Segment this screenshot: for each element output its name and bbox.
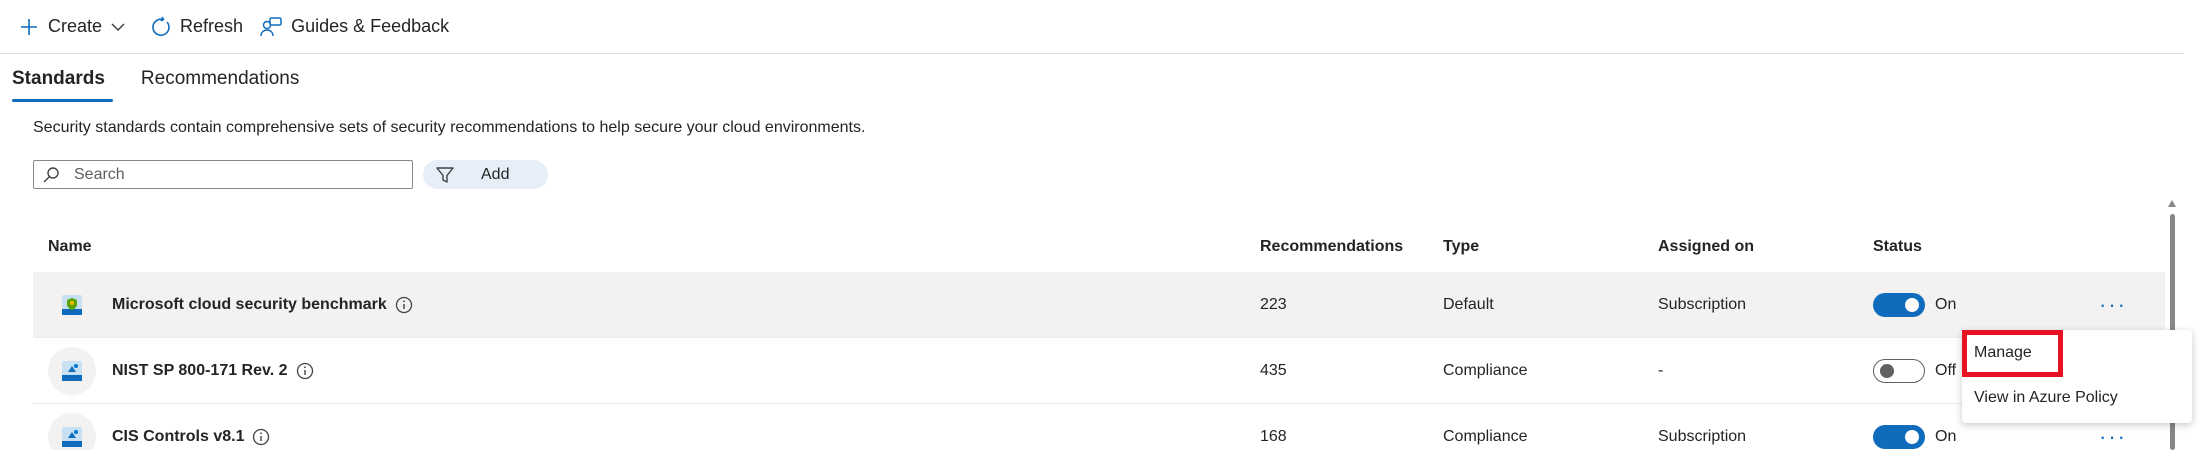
standard-type: Default [1443, 295, 1494, 313]
standard-name[interactable]: CIS Controls v8.1 [112, 428, 244, 446]
chevron-down-icon[interactable] [110, 19, 126, 35]
table-row[interactable]: NIST SP 800-171 Rev. 2 435 Compliance - … [33, 338, 2165, 404]
column-header-assigned-on[interactable]: Assigned on [1658, 238, 1873, 256]
create-button[interactable]: Create [18, 7, 134, 47]
standard-type: Compliance [1443, 361, 1528, 379]
info-icon[interactable] [395, 296, 413, 314]
assigned-on: - [1658, 361, 1664, 379]
standard-type: Compliance [1443, 427, 1528, 445]
plus-icon [21, 18, 37, 35]
assigned-on: Subscription [1658, 295, 1747, 313]
column-header-name[interactable]: Name [33, 238, 1260, 256]
filter-icon [436, 166, 454, 183]
standard-name[interactable]: NIST SP 800-171 Rev. 2 [112, 362, 288, 380]
standard-icon [48, 346, 96, 395]
assigned-on: Subscription [1658, 427, 1747, 445]
standard-icon [48, 281, 96, 329]
status-label: On [1935, 427, 1957, 445]
search-input[interactable] [74, 165, 394, 184]
status-label: On [1935, 295, 1957, 313]
tab-standards[interactable]: Standards [0, 56, 117, 102]
context-menu: Manage View in Azure Policy [1962, 330, 2192, 423]
more-actions-button[interactable]: ··· [2099, 293, 2127, 315]
status-toggle[interactable] [1873, 358, 1925, 383]
create-label: Create [48, 16, 103, 36]
menu-item-view-in-azure-policy[interactable]: View in Azure Policy [1974, 389, 2118, 407]
column-header-recommendations[interactable]: Recommendations [1260, 238, 1443, 256]
status-toggle[interactable] [1873, 292, 1925, 317]
standards-table: Name Recommendations Type Assigned on St… [33, 222, 2165, 450]
scroll-up-arrow-icon[interactable] [2168, 200, 2176, 207]
tab-bar: Standards Recommendations [0, 56, 323, 102]
guides-feedback-button[interactable]: Guides & Feedback [259, 7, 449, 47]
status-label: Off [1935, 361, 1957, 379]
more-actions-button[interactable]: ··· [2099, 425, 2127, 447]
table-row[interactable]: Microsoft cloud security benchmark 223 D… [33, 272, 2165, 338]
search-icon [43, 166, 59, 182]
person-feedback-icon [260, 16, 282, 36]
refresh-icon [152, 16, 170, 36]
standard-name[interactable]: Microsoft cloud security benchmark [112, 296, 387, 314]
column-header-type[interactable]: Type [1443, 238, 1658, 256]
recommendations-count: 435 [1260, 361, 1287, 379]
page-description: Security standards contain comprehensive… [33, 119, 866, 136]
info-icon[interactable] [296, 362, 314, 380]
status-toggle[interactable] [1873, 424, 1925, 449]
recommendations-count: 168 [1260, 427, 1287, 445]
recommendations-count: 223 [1260, 295, 1287, 313]
add-filter-button[interactable]: Add [423, 160, 548, 189]
tab-recommendations[interactable]: Recommendations [129, 56, 311, 102]
guides-feedback-label: Guides & Feedback [291, 16, 450, 36]
search-box[interactable] [33, 160, 413, 189]
info-icon[interactable] [252, 428, 270, 446]
column-header-status[interactable]: Status [1873, 238, 2073, 256]
add-filter-label: Add [481, 165, 510, 183]
table-row[interactable]: CIS Controls v8.1 168 Compliance Subscri… [33, 404, 2165, 450]
refresh-label: Refresh [180, 16, 244, 36]
command-bar: Create Refresh Guides & Feedback [0, 0, 2184, 54]
refresh-button[interactable]: Refresh [150, 7, 243, 47]
table-header: Name Recommendations Type Assigned on St… [33, 222, 2165, 272]
menu-item-manage[interactable]: Manage [1974, 344, 2032, 362]
standard-icon [48, 412, 96, 450]
